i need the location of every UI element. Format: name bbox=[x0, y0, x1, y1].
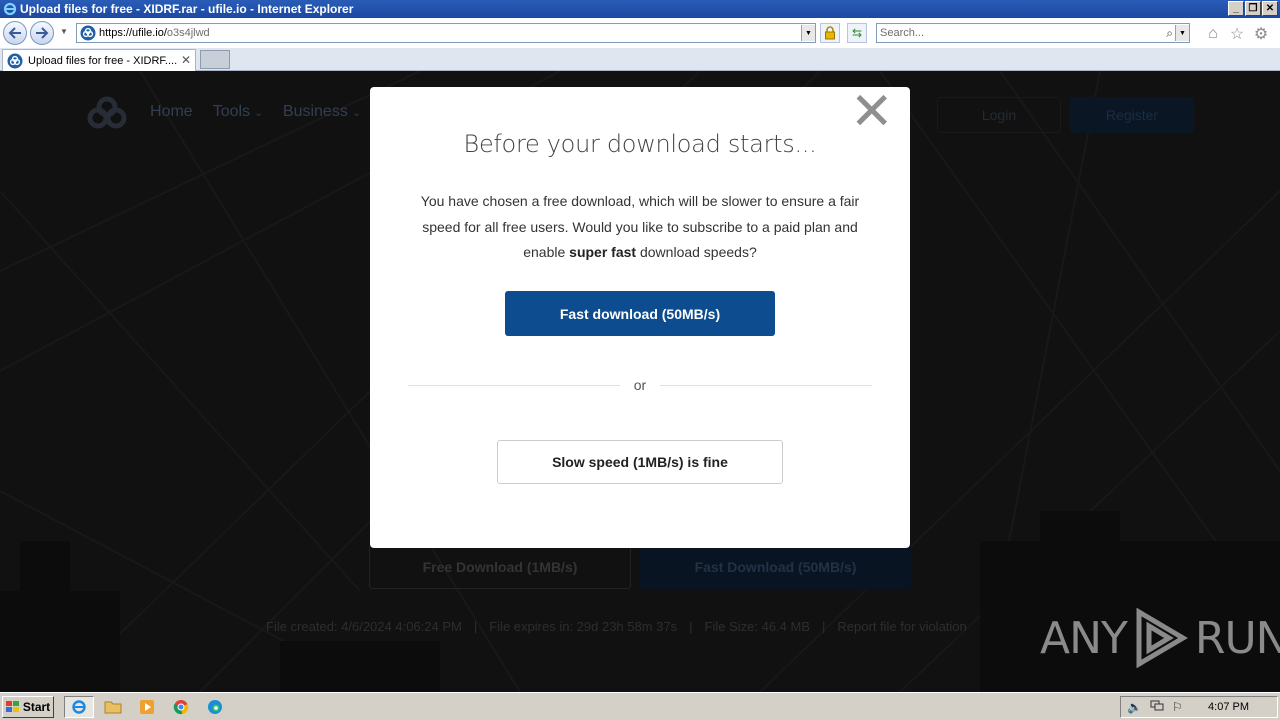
close-window-button[interactable]: ✕ bbox=[1262, 1, 1278, 16]
chrome-icon[interactable] bbox=[166, 696, 196, 718]
edge-icon[interactable] bbox=[200, 696, 230, 718]
address-bar[interactable]: https://ufile.io/o3s4jlwd ▼ bbox=[76, 23, 816, 43]
search-icon[interactable]: ⌕ bbox=[1166, 26, 1173, 41]
search-box[interactable]: ⌕ ▼ bbox=[876, 23, 1190, 43]
address-url[interactable]: https://ufile.io/o3s4jlwd bbox=[99, 27, 210, 39]
clock[interactable]: 4:07 PM bbox=[1208, 701, 1249, 713]
start-button[interactable]: Start bbox=[2, 696, 54, 718]
favorites-star-icon[interactable]: ☆ bbox=[1228, 25, 1246, 43]
ie-taskbar-icon[interactable] bbox=[64, 696, 94, 718]
new-tab-button[interactable] bbox=[200, 50, 230, 69]
lock-icon[interactable] bbox=[820, 23, 840, 43]
window-controls: _ ❐ ✕ bbox=[1228, 1, 1278, 16]
taskbar: Start 🔈 ⚐ 4:07 PM bbox=[0, 692, 1280, 720]
slow-speed-button[interactable]: Slow speed (1MB/s) is fine bbox=[497, 440, 783, 484]
action-center-flag-icon[interactable]: ⚐ bbox=[1172, 700, 1183, 714]
minimize-button[interactable]: _ bbox=[1228, 1, 1244, 16]
history-dropdown-icon[interactable]: ▼ bbox=[60, 27, 68, 36]
ufile-favicon-icon bbox=[7, 53, 23, 68]
maximize-button[interactable]: ❐ bbox=[1245, 1, 1261, 16]
system-tray: 🔈 ⚐ 4:07 PM bbox=[1120, 696, 1278, 718]
quick-launch bbox=[64, 696, 230, 718]
back-arrow-icon bbox=[8, 27, 21, 39]
windows-logo-icon bbox=[5, 701, 19, 712]
fast-download-button[interactable]: Fast download (50MB/s) bbox=[505, 291, 775, 336]
media-player-icon[interactable] bbox=[132, 696, 162, 718]
modal-message: You have chosen a free download, which w… bbox=[420, 193, 860, 260]
back-button[interactable] bbox=[3, 21, 27, 45]
network-icon[interactable] bbox=[1150, 700, 1164, 715]
address-dropdown-icon[interactable]: ▼ bbox=[801, 25, 815, 41]
settings-gear-icon[interactable]: ⚙ bbox=[1252, 25, 1270, 43]
search-dropdown-icon[interactable]: ▼ bbox=[1175, 25, 1189, 41]
search-input[interactable] bbox=[877, 27, 1153, 39]
forward-button[interactable] bbox=[30, 21, 54, 45]
forward-arrow-icon bbox=[36, 27, 49, 39]
ie-logo-icon bbox=[2, 1, 18, 17]
tab-ufile[interactable]: Upload files for free - XIDRF.... ✕ bbox=[2, 49, 196, 71]
explorer-folder-icon[interactable] bbox=[98, 696, 128, 718]
window-titlebar: Upload files for free - XIDRF.rar - ufil… bbox=[0, 0, 1280, 18]
modal-title: Before your download starts... bbox=[463, 130, 817, 158]
navigation-bar: ▼ https://ufile.io/o3s4jlwd ▼ ⇆ ⌕ ▼ ⌂ ☆ … bbox=[0, 18, 1280, 48]
refresh-icon[interactable]: ⇆ bbox=[847, 23, 867, 43]
tab-bar: Upload files for free - XIDRF.... ✕ bbox=[0, 48, 1280, 71]
home-icon[interactable]: ⌂ bbox=[1204, 25, 1222, 43]
tab-close-icon[interactable]: ✕ bbox=[181, 53, 191, 67]
web-page: Home Tools ⌄ Business ⌄ Login Register F… bbox=[0, 71, 1280, 692]
download-modal: ✕ Before your download starts... You hav… bbox=[370, 86, 910, 548]
toolbar-icons: ⌂ ☆ ⚙ bbox=[1204, 25, 1270, 43]
modal-close-icon[interactable]: ✕ bbox=[850, 86, 894, 138]
or-label: or bbox=[620, 377, 660, 393]
window-title: Upload files for free - XIDRF.rar - ufil… bbox=[20, 2, 354, 16]
play-logo-icon bbox=[1136, 608, 1188, 668]
volume-icon[interactable]: 🔈 bbox=[1127, 700, 1142, 714]
anyrun-watermark: ANY RUN bbox=[1040, 608, 1280, 668]
tab-label: Upload files for free - XIDRF.... bbox=[28, 54, 178, 67]
ufile-favicon-icon bbox=[80, 25, 96, 41]
